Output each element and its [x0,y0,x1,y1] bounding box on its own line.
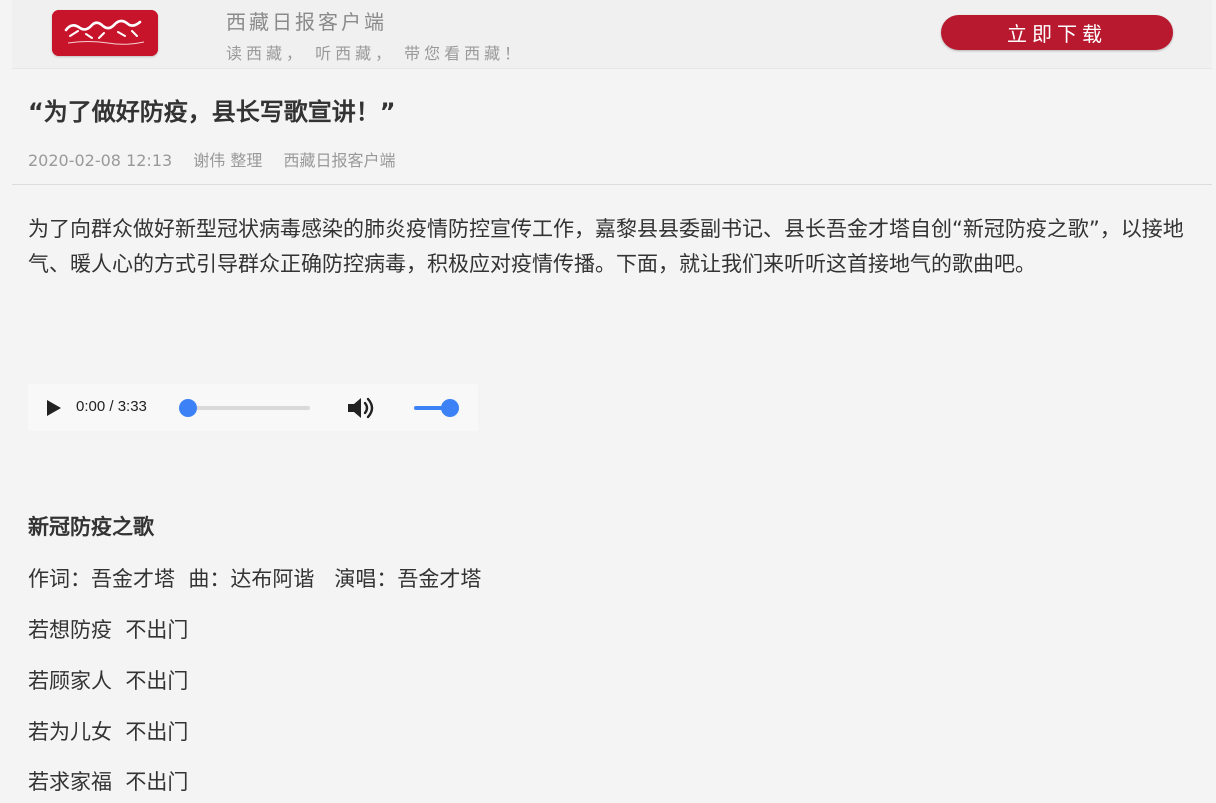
app-download-banner: 西藏日报客户端 读西藏， 听西藏， 带您看西藏！ 立即下载 [12,0,1212,69]
lyric-line: 若顾家人 不出门 [28,669,189,693]
download-app-button[interactable]: 立即下载 [941,15,1173,50]
brand-slogan: 读西藏， 听西藏， 带您看西藏！ [226,44,525,63]
brand-name: 西藏日报客户端 [226,10,387,34]
lyric-line: 若为儿女 不出门 [28,720,189,744]
article-author: 谢伟 整理 [193,151,263,170]
song-title: 新冠防疫之歌 [28,515,154,539]
mute-button[interactable] [346,395,376,421]
volume-slider-thumb[interactable] [441,399,459,417]
audio-player: 0:00 / 3:33 [28,384,478,431]
publish-datetime: 2020-02-08 12:13 [28,151,173,170]
play-icon [47,400,61,416]
article-source: 西藏日报客户端 [283,151,396,170]
volume-icon [348,397,374,419]
audio-time-display: 0:00 / 3:33 [76,398,147,415]
xizang-daily-logo[interactable] [52,10,158,56]
article-intro: 为了向群众做好新型冠状病毒感染的肺炎疫情防控宣传工作，嘉黎县县委副书记、县长吾金… [28,217,1184,276]
song-credits: 作词：吾金才塔 曲：达布阿谐 演唱：吾金才塔 [28,567,482,591]
audio-progress-thumb[interactable] [179,399,197,417]
article-meta: 2020-02-08 12:13 谢伟 整理 西藏日报客户端 [28,147,411,171]
play-button[interactable] [42,397,64,419]
lyric-line: 若想防疫 不出门 [28,618,189,642]
header-divider [12,184,1212,185]
logo-calligraphy-icon [52,10,158,56]
article-title: “为了做好防疫，县长写歌宣讲！” [28,98,396,126]
lyric-line: 若求家福 不出门 [28,770,189,794]
audio-progress-track[interactable] [188,406,310,410]
